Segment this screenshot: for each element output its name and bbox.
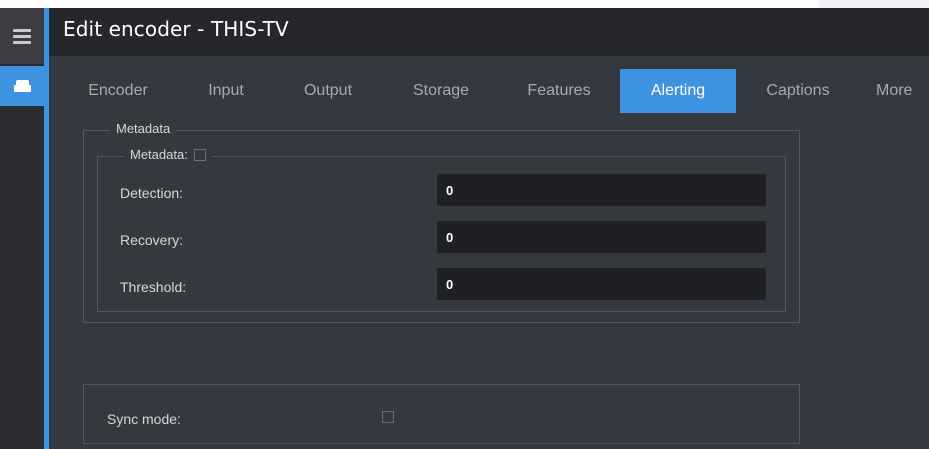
tab-features[interactable]: Features	[515, 69, 603, 113]
tab-output[interactable]: Output	[288, 69, 368, 113]
recovery-input[interactable]	[437, 221, 766, 253]
tab-captions[interactable]: Captions	[753, 69, 843, 113]
tab-storage[interactable]: Storage	[400, 69, 482, 113]
recovery-label: Recovery:	[120, 232, 184, 248]
hamburger-menu-icon	[13, 26, 31, 47]
top-strip	[0, 0, 929, 8]
tab-more[interactable]: More	[876, 69, 929, 113]
sync-mode-checkbox[interactable]	[382, 411, 394, 423]
drive-icon	[13, 80, 31, 92]
top-strip-right	[819, 0, 929, 8]
menu-button[interactable]	[0, 8, 44, 64]
metadata-toggle: Metadata:	[124, 147, 212, 162]
metadata-group-legend: Metadata	[110, 121, 177, 136]
tab-alerting[interactable]: Alerting	[620, 69, 736, 113]
tab-input[interactable]: Input	[190, 69, 262, 113]
detection-label: Detection:	[120, 185, 184, 201]
encoder-editor-window: Edit encoder - THIS-TV Encoder Input Out…	[0, 0, 929, 449]
threshold-input[interactable]	[437, 268, 766, 300]
metadata-toggle-label: Metadata:	[130, 147, 188, 162]
detection-input[interactable]	[437, 174, 766, 206]
sync-group	[83, 384, 800, 444]
metadata-checkbox[interactable]	[193, 148, 206, 161]
rail-item-encoders[interactable]	[0, 66, 44, 106]
threshold-label: Threshold:	[120, 279, 187, 295]
sync-mode-label: Sync mode:	[107, 411, 181, 427]
tab-encoder[interactable]: Encoder	[78, 69, 158, 113]
page-title: Edit encoder - THIS-TV	[63, 17, 289, 41]
